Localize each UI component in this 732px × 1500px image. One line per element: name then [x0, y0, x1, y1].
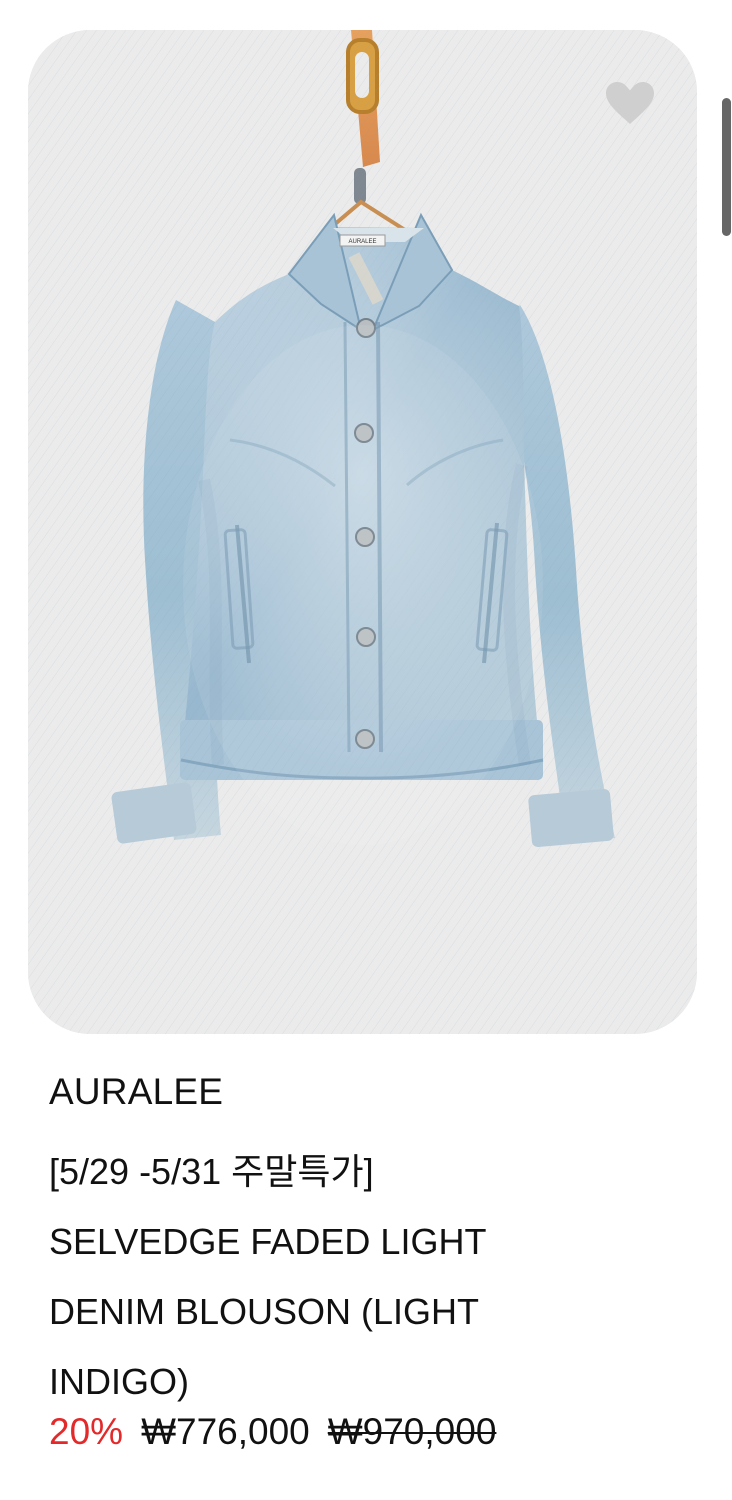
product-name[interactable]: [5/29 -5/31 주말특가] SELVEDGE FADED LIGHT D… — [49, 1137, 629, 1417]
product-name-line[interactable]: SELVEDGE FADED LIGHT — [49, 1207, 629, 1277]
scrollbar[interactable] — [720, 0, 732, 1500]
price-row: 20% ₩776,000 ₩970,000 — [49, 1410, 496, 1458]
product-name-line[interactable]: DENIM BLOUSON (LIGHT — [49, 1277, 629, 1347]
jacket-label-text: AURALEE — [348, 239, 376, 245]
product-page: AURALEE AURALEE [5/29 -5/31 주말특가] SELVED… — [0, 0, 732, 1500]
scrollbar-thumb[interactable] — [722, 98, 731, 236]
product-name-line[interactable]: [5/29 -5/31 주말특가] — [49, 1137, 629, 1207]
wishlist-button[interactable] — [602, 78, 658, 130]
heart-icon — [606, 82, 654, 124]
product-name-line[interactable]: INDIGO) — [49, 1347, 629, 1417]
product-card[interactable]: AURALEE AURALEE [5/29 -5/31 주말특가] SELVED… — [0, 0, 700, 1500]
discount-rate: 20% — [49, 1411, 124, 1452]
product-image[interactable]: AURALEE — [28, 30, 697, 1034]
original-price: ₩970,000 — [327, 1411, 497, 1452]
product-image-container[interactable]: AURALEE — [28, 30, 697, 1034]
sale-price: ₩776,000 — [141, 1411, 310, 1452]
brand-name[interactable]: AURALEE — [49, 1072, 223, 1112]
